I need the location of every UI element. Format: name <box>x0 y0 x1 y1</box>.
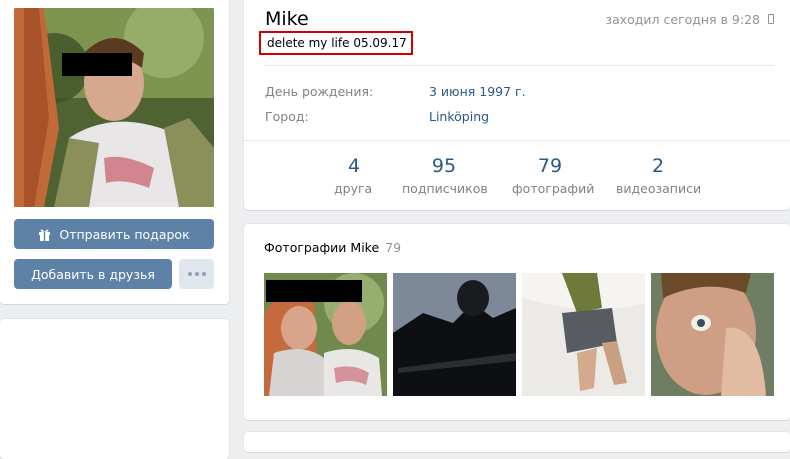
photo-thumb[interactable] <box>264 273 387 396</box>
birthday-label: День рождения: <box>265 84 374 99</box>
photos-count: 79 <box>385 240 402 255</box>
profile-name: Mike <box>265 8 309 30</box>
photos-card: Фотографии Mike 79 <box>244 224 790 420</box>
photo-image <box>522 273 645 396</box>
photo-image <box>393 273 516 396</box>
counter-friends[interactable]: 4 друга <box>334 155 372 196</box>
add-friend-label: Добавить в друзья <box>31 266 155 282</box>
online-status: заходил сегодня в 9:28 <box>605 12 760 27</box>
counter-number: 4 <box>347 155 361 177</box>
profile-status[interactable]: delete my life 05.09.17 <box>267 36 407 50</box>
bottom-card <box>244 432 790 452</box>
ellipsis-icon <box>186 272 207 276</box>
censor-bar <box>62 53 132 76</box>
counter-label: видеозаписи <box>616 181 702 196</box>
photo-thumb[interactable] <box>393 273 516 396</box>
divider <box>244 140 790 141</box>
photo-image <box>651 273 774 396</box>
gift-icon <box>39 229 51 241</box>
photo-thumb[interactable] <box>522 273 645 396</box>
city-value[interactable]: Linköping <box>429 109 489 124</box>
add-friend-button[interactable]: Добавить в друзья <box>14 259 172 289</box>
counter-photos[interactable]: 79 фотографий <box>512 155 595 196</box>
counter-number: 79 <box>537 155 563 177</box>
photos-header[interactable]: Фотографии Mike 79 <box>264 240 401 255</box>
counter-videos[interactable]: 2 видеозаписи <box>616 155 702 196</box>
send-gift-label: Отправить подарок <box>59 226 190 242</box>
mobile-icon <box>768 14 774 24</box>
profile-avatar[interactable] <box>14 8 214 207</box>
counter-label: фотографий <box>512 181 595 196</box>
avatar-card: Отправить подарок Добавить в друзья <box>0 0 229 304</box>
city-label: Город: <box>265 109 309 124</box>
counter-number: 95 <box>431 155 457 177</box>
photos-title: Фотографии Mike <box>264 240 380 255</box>
photo-thumb[interactable] <box>651 273 774 396</box>
counter-label: друга <box>334 181 373 196</box>
birthday-value[interactable]: 3 июня 1997 г. <box>429 84 526 99</box>
profile-info-card: Mike заходил сегодня в 9:28 delete my li… <box>244 0 790 210</box>
left-secondary-card <box>0 319 229 459</box>
send-gift-button[interactable]: Отправить подарок <box>14 219 214 249</box>
status-highlight-box: delete my life 05.09.17 <box>259 31 413 55</box>
avatar-photo <box>14 8 214 207</box>
more-actions-button[interactable] <box>179 259 214 289</box>
counter-followers[interactable]: 95 подписчиков <box>402 155 488 196</box>
divider <box>265 65 774 66</box>
counter-label: подписчиков <box>402 181 488 196</box>
counter-number: 2 <box>651 155 665 177</box>
censor-bar <box>266 280 362 302</box>
